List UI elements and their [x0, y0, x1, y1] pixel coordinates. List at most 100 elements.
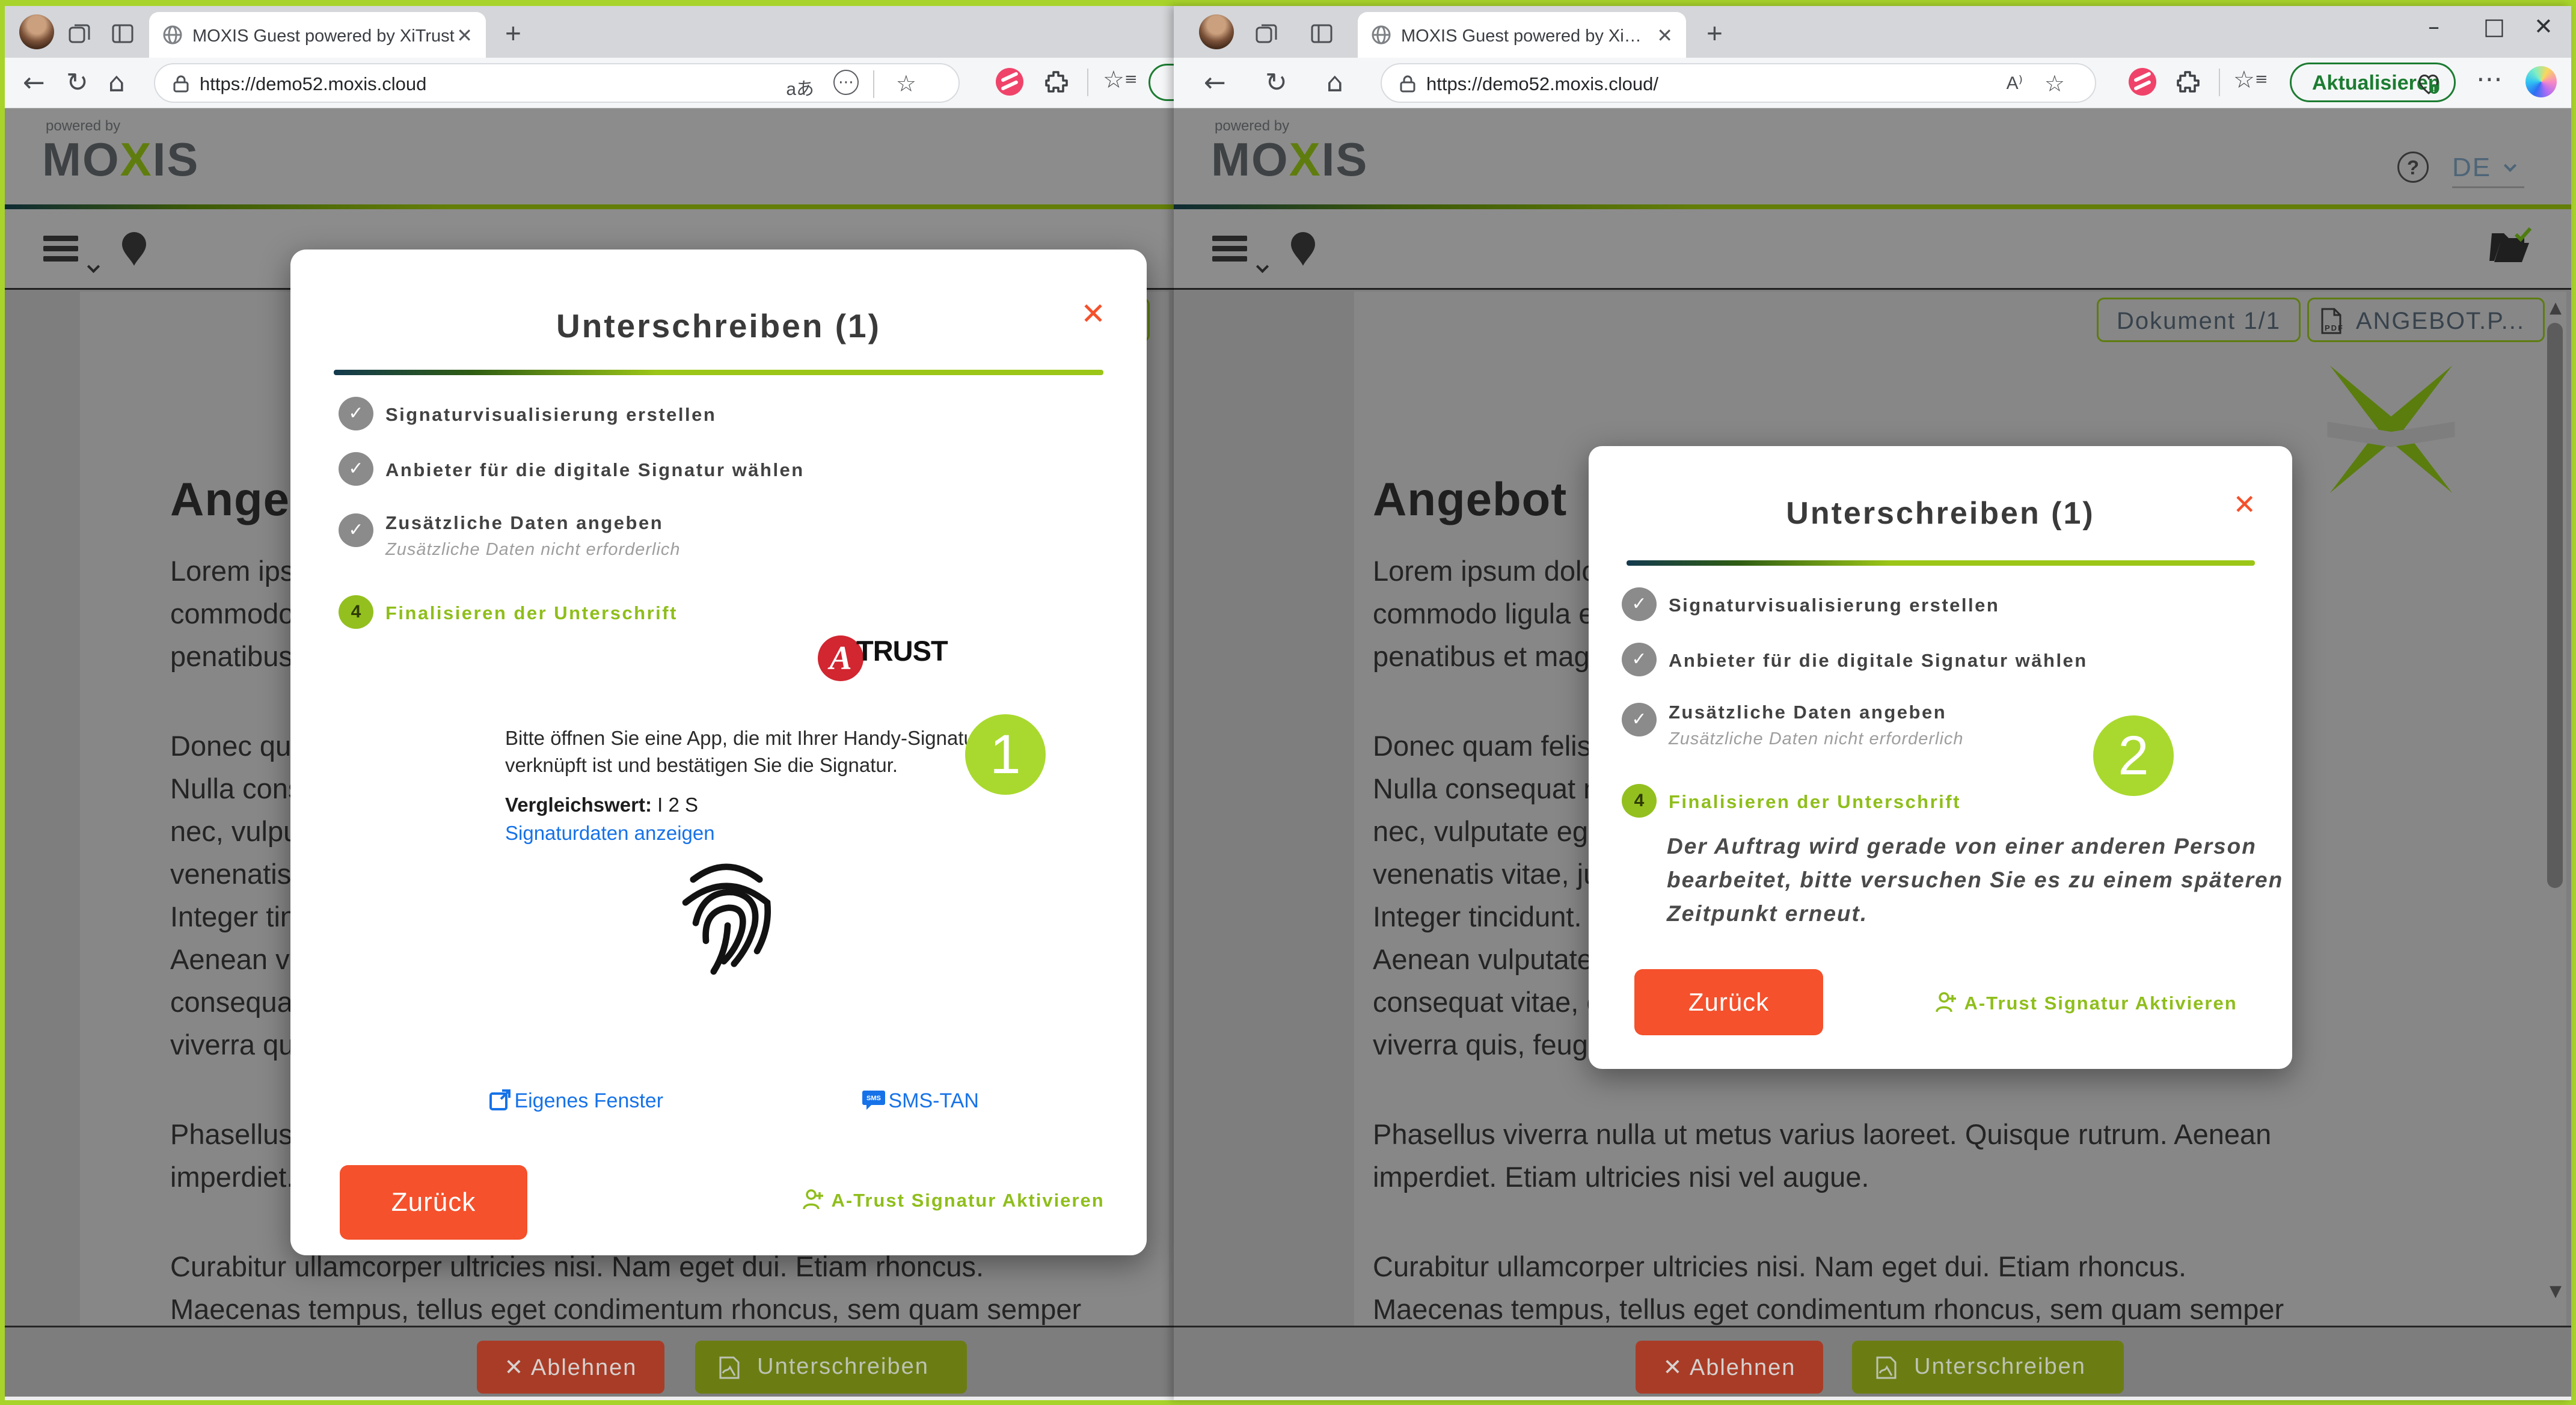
maximize-icon[interactable]: □	[2483, 13, 2505, 40]
browser-tab[interactable]: MOXIS Guest powered by XiTrust ✕	[1358, 12, 1686, 58]
extension-pink-icon[interactable]	[2129, 68, 2156, 96]
workspaces-icon[interactable]	[1254, 22, 1278, 46]
moxis-logo: MOXIS	[1211, 132, 1368, 187]
vergleichswert-row: Vergleichswert: I 2 S	[505, 794, 698, 816]
favorites-bar-icon[interactable]: ☆≡	[1103, 66, 1138, 94]
refresh-icon[interactable]: ↻	[66, 67, 88, 98]
step-3-subtext: Zusätzliche Daten nicht erforderlich	[1669, 729, 1964, 749]
xitrust-watermark	[2326, 366, 2456, 493]
home-icon[interactable]: ⌂	[1326, 67, 1343, 98]
file-badge[interactable]: PDF ANGEBOT.P...	[2307, 298, 2545, 342]
sms-tan-row[interactable]: SMS SMS-TAN	[862, 1088, 979, 1113]
reject-button[interactable]: ✕ Ablehnen	[1636, 1341, 1823, 1394]
check-icon: ✓	[339, 513, 373, 547]
vergleichswert-value: I 2 S	[657, 794, 698, 816]
dialog-close-icon[interactable]: ✕	[2233, 488, 2256, 521]
update-button-clipped[interactable]	[1148, 64, 1174, 101]
fingerprint-icon	[675, 851, 777, 980]
header-divider	[1174, 204, 2571, 209]
favorite-star-icon[interactable]: ☆	[896, 70, 916, 97]
location-pin-icon[interactable]	[1289, 231, 1317, 267]
lock-icon	[172, 75, 190, 94]
moxis-header: powered by MOXIS	[5, 108, 1174, 204]
more-menu-icon[interactable]: ⋯	[2476, 64, 2503, 94]
translate-icon[interactable]: aあ	[786, 74, 814, 100]
language-selector[interactable]: DE	[2452, 153, 2491, 183]
minimize-icon[interactable]: –	[2428, 13, 2440, 40]
workspaces-icon[interactable]	[67, 22, 91, 46]
signaturdaten-link[interactable]: Signaturdaten anzeigen	[505, 822, 715, 845]
window-footer	[5, 1397, 1174, 1400]
step-3-subtext: Zusätzliche Daten nicht erforderlich	[385, 540, 681, 560]
eigenes-fenster-row[interactable]: Eigenes Fenster	[489, 1088, 663, 1113]
dialog-close-icon[interactable]: ✕	[1081, 296, 1106, 331]
atrust-logo: ATRUST	[818, 634, 948, 681]
menu-icon[interactable]	[43, 236, 78, 262]
extensions-icon[interactable]	[1043, 67, 1072, 96]
lock-icon	[1399, 75, 1417, 94]
scroll-down-icon[interactable]: ▼	[2550, 1282, 2562, 1300]
tab-close-icon[interactable]: ✕	[1657, 24, 1673, 47]
back-icon[interactable]: ←	[23, 67, 45, 98]
copilot-icon[interactable]	[2525, 66, 2557, 97]
menu-icon[interactable]	[1212, 236, 1247, 262]
person-plus-icon	[802, 1187, 826, 1211]
url-text[interactable]: https://demo52.moxis.cloud/	[1426, 73, 1658, 95]
tab-close-icon[interactable]: ✕	[456, 24, 473, 47]
external-window-icon	[489, 1088, 512, 1111]
favorite-star-icon[interactable]: ☆	[2044, 70, 2065, 97]
menu-chevron-icon[interactable]	[1256, 260, 1269, 273]
favorites-bar-icon[interactable]: ☆≡	[2233, 66, 2268, 94]
new-tab-button[interactable]: +	[505, 17, 521, 49]
browser-tab[interactable]: MOXIS Guest powered by XiTrust ✕	[149, 12, 486, 58]
step-4-number: 4	[339, 595, 373, 629]
extension-pink-icon[interactable]	[996, 68, 1023, 96]
close-window-icon[interactable]: ✕	[2534, 13, 2553, 40]
atrust-activate-link[interactable]: A-Trust Signatur Aktivieren	[1934, 990, 2237, 1014]
address-bar[interactable]: https://demo52.moxis.cloud aあ ⋯ ☆	[154, 63, 960, 103]
back-button[interactable]: Zurück	[1634, 969, 1823, 1035]
person-plus-icon	[1934, 990, 1958, 1014]
extensions-icon[interactable]	[2174, 67, 2203, 96]
step-4-label: Finalisieren der Unterschrift	[1669, 791, 1961, 813]
check-icon: ✓	[1622, 703, 1657, 736]
sign-button[interactable]: Unterschreiben	[1852, 1341, 2124, 1394]
address-bar[interactable]: https://demo52.moxis.cloud/ A⁾ ☆	[1381, 63, 2096, 103]
pdf-file-icon: PDF	[2320, 308, 2343, 334]
vertical-tabs-icon[interactable]	[1310, 22, 1334, 46]
help-icon[interactable]: ?	[2397, 152, 2429, 183]
new-tab-button[interactable]: +	[1707, 17, 1723, 49]
vertical-tabs-icon[interactable]	[111, 22, 135, 46]
refresh-icon[interactable]: ↻	[1265, 67, 1287, 98]
browser-window-right: MOXIS Guest powered by XiTrust ✕ + – □ ✕…	[1174, 6, 2571, 1400]
back-button[interactable]: Zurück	[340, 1165, 527, 1240]
svg-text:SMS: SMS	[866, 1095, 881, 1102]
open-folder-icon[interactable]	[2489, 226, 2532, 265]
back-icon[interactable]: ←	[1204, 67, 1226, 98]
menu-chevron-icon[interactable]	[87, 260, 100, 273]
sms-tan-link[interactable]: SMS-TAN	[888, 1089, 978, 1112]
url-text[interactable]: https://demo52.moxis.cloud	[200, 73, 426, 95]
eigenes-fenster-link[interactable]: Eigenes Fenster	[514, 1089, 663, 1112]
vergleichswert-label: Vergleichswert:	[505, 794, 652, 816]
reading-options-icon[interactable]: ⋯	[833, 70, 859, 95]
tab-title: MOXIS Guest powered by XiTrust	[192, 26, 457, 46]
signature-icon	[717, 1355, 742, 1380]
scrollbar-thumb[interactable]	[2547, 323, 2563, 888]
home-icon[interactable]: ⌂	[108, 67, 125, 98]
scroll-up-icon[interactable]: ▲	[2550, 299, 2562, 317]
atrust-activate-link[interactable]: A-Trust Signatur Aktivieren	[802, 1187, 1105, 1211]
browser-window-left: MOXIS Guest powered by XiTrust ✕ + ← ↻ ⌂…	[5, 6, 1174, 1400]
update-button[interactable]: Aktualisieren !	[2290, 63, 2456, 102]
sign-button[interactable]: Unterschreiben	[695, 1341, 967, 1394]
read-aloud-icon[interactable]: A⁾	[2007, 73, 2023, 94]
reject-button[interactable]: ✕ Ablehnen	[477, 1341, 664, 1394]
profile-avatar[interactable]	[1199, 14, 1234, 49]
location-pin-icon[interactable]	[120, 231, 148, 267]
dialog-title: Unterschreiben (1)	[1589, 495, 2292, 531]
dialog-divider	[1627, 560, 2255, 566]
check-icon: ✓	[339, 452, 373, 486]
profile-avatar[interactable]	[19, 14, 54, 49]
sign-dialog-right: Unterschreiben (1) ✕ ✓ Signaturvisualisi…	[1589, 446, 2292, 1069]
step-1-label: Signaturvisualisierung erstellen	[1669, 595, 1999, 616]
